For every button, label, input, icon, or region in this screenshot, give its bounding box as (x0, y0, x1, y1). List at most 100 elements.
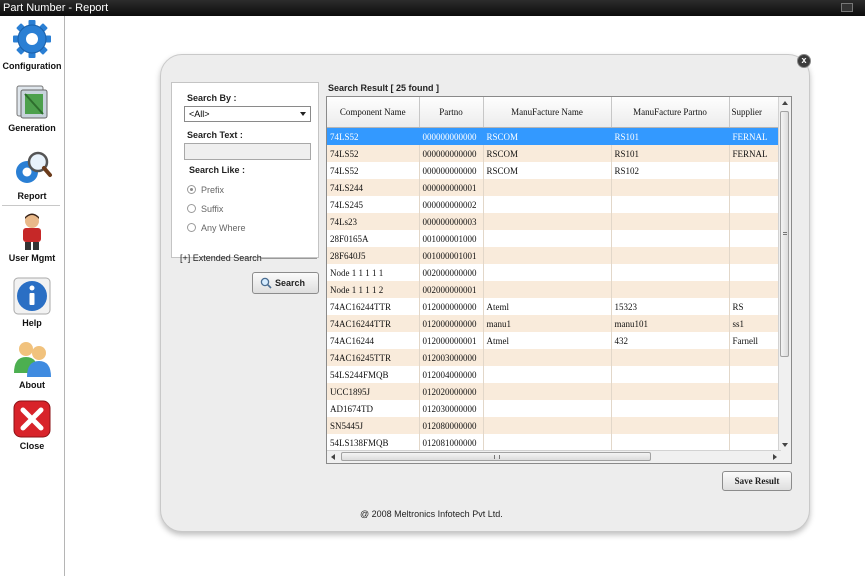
scroll-up-arrow-icon[interactable] (782, 101, 788, 105)
generation-icon (16, 85, 48, 119)
table-row[interactable]: Node 1 1 1 1 2 002000000001 (327, 281, 790, 298)
sidebar-item-generation[interactable]: Generation (0, 80, 64, 133)
table-cell: manu1 (483, 315, 612, 332)
table-cell (611, 179, 730, 196)
panel-close-button[interactable]: x (797, 54, 811, 68)
horizontal-scroll-thumb[interactable] (341, 452, 651, 461)
sidebar-item-label: Generation (8, 123, 56, 133)
radio-any-where[interactable]: Any Where (187, 223, 246, 233)
radio-icon (187, 223, 196, 232)
table-row[interactable]: 74AC16244 012000000001 Atmel 432 Farnell (327, 332, 790, 349)
sidebar-item-about[interactable]: About (0, 337, 64, 390)
window-title: Part Number - Report (3, 2, 109, 14)
table-row[interactable]: 54LS244FMQB 012004000000 (327, 366, 790, 383)
table-cell: 74AC16244 (327, 332, 420, 349)
table-cell: Node 1 1 1 1 1 (327, 264, 420, 281)
radio-label: Prefix (201, 185, 225, 195)
results-table: Component Name Partno ManuFacture Name M… (327, 97, 790, 451)
scroll-down-arrow-icon[interactable] (782, 443, 788, 447)
table-cell: 012000000000 (419, 315, 484, 332)
table-cell (611, 247, 730, 264)
table-cell: 001000001000 (419, 230, 484, 247)
table-cell: 012030000000 (419, 400, 484, 417)
search-button[interactable]: Search (252, 272, 319, 294)
radio-prefix[interactable]: Prefix (187, 185, 224, 195)
search-by-dropdown[interactable]: <All> (184, 106, 311, 122)
table-cell (483, 383, 612, 400)
table-cell: 002000000001 (419, 281, 484, 298)
table-cell: 74Ls23 (327, 213, 420, 230)
table-row[interactable]: 74AC16245TTR 012003000000 (327, 349, 790, 366)
radio-suffix[interactable]: Suffix (187, 204, 223, 214)
scroll-left-arrow-icon[interactable] (331, 454, 335, 460)
table-row[interactable]: AD1674TD 012030000000 (327, 400, 790, 417)
search-button-label: Search (275, 278, 306, 288)
sidebar-item-close[interactable]: Close (0, 398, 64, 451)
table-row[interactable]: 74LS52 000000000000 RSCOM RS102 (327, 162, 790, 179)
user-icon (23, 213, 41, 250)
table-cell: Atmel (483, 332, 612, 349)
table-cell: 54LS244FMQB (327, 366, 420, 383)
table-row[interactable]: 74LS244 000000000001 (327, 179, 790, 196)
sidebar-divider (2, 205, 60, 206)
table-row[interactable]: 74Ls23 000000000003 (327, 213, 790, 230)
table-row[interactable]: Node 1 1 1 1 1 002000000000 (327, 264, 790, 281)
table-cell: RS101 (611, 145, 730, 162)
sidebar-item-user-mgmt[interactable]: User Mgmt (0, 210, 64, 263)
table-cell (483, 179, 612, 196)
table-cell: 74LS52 (327, 162, 420, 179)
sidebar-item-label: About (19, 380, 45, 390)
table-cell (483, 230, 612, 247)
table-cell: 000000000000 (419, 162, 484, 179)
sidebar-item-label: User Mgmt (8, 253, 56, 263)
people-icon (14, 342, 51, 377)
column-header-component-name[interactable]: Component Name (327, 97, 420, 128)
table-row[interactable]: 74LS52 000000000000 RSCOM RS101 FERNAL (327, 145, 790, 162)
search-text-input[interactable] (184, 143, 311, 160)
table-row[interactable]: 74LS52 000000000000 RSCOM RS101 FERNAL (327, 127, 790, 145)
table-cell (483, 213, 612, 230)
main-area: x Search By : <All> Search Text : Search… (65, 16, 865, 576)
table-cell: RS101 (611, 127, 730, 145)
table-cell: 012003000000 (419, 349, 484, 366)
table-row[interactable]: 74LS245 000000000002 (327, 196, 790, 213)
table-row[interactable]: UCC1895J 012020000000 (327, 383, 790, 400)
scroll-right-arrow-icon[interactable] (773, 454, 777, 460)
table-cell (483, 366, 612, 383)
table-cell (611, 230, 730, 247)
table-cell: RS102 (611, 162, 730, 179)
report-icon (16, 151, 52, 183)
table-row[interactable]: 74AC16244TTR 012000000000 manu1 manu101 ss1 (327, 315, 790, 332)
table-cell: 74LS245 (327, 196, 420, 213)
column-header-manufacture-name[interactable]: ManuFacture Name (483, 97, 612, 128)
extended-search-divider (261, 258, 317, 259)
table-cell (483, 417, 612, 434)
table-cell: SN5445J (327, 417, 420, 434)
radio-label: Any Where (201, 223, 246, 233)
column-header-manufacture-partno[interactable]: ManuFacture Partno (611, 97, 730, 128)
table-row[interactable]: 54LS138FMQB 012081000000 (327, 434, 790, 451)
table-cell: 001000001001 (419, 247, 484, 264)
vertical-scroll-thumb[interactable] (780, 111, 789, 357)
table-cell: UCC1895J (327, 383, 420, 400)
radio-label: Suffix (201, 204, 224, 214)
table-cell (611, 349, 730, 366)
sidebar-item-report[interactable]: Report (0, 148, 64, 201)
window-control-button[interactable] (841, 3, 853, 12)
horizontal-scrollbar[interactable] (327, 450, 781, 463)
table-cell (611, 417, 730, 434)
radio-selected-icon (187, 185, 196, 194)
table-row[interactable]: 74AC16244TTR 012000000000 Ateml 15323 RS (327, 298, 790, 315)
table-row[interactable]: 28F640J5 001000001001 (327, 247, 790, 264)
results-grid: Component Name Partno ManuFacture Name M… (326, 96, 792, 464)
sidebar: Configuration Generation Report User Mgm… (0, 16, 65, 576)
sidebar-item-help[interactable]: Help (0, 275, 64, 328)
save-result-button[interactable]: Save Result (722, 471, 792, 491)
sidebar-item-configuration[interactable]: Configuration (0, 18, 64, 71)
table-cell: RSCOM (483, 145, 612, 162)
table-row[interactable]: 28F0165A 001000001000 (327, 230, 790, 247)
table-row[interactable]: SN5445J 012080000000 (327, 417, 790, 434)
vertical-scrollbar[interactable] (778, 97, 791, 463)
extended-search-toggle[interactable]: [+] Extended Search (180, 253, 262, 263)
column-header-partno[interactable]: Partno (419, 97, 484, 128)
